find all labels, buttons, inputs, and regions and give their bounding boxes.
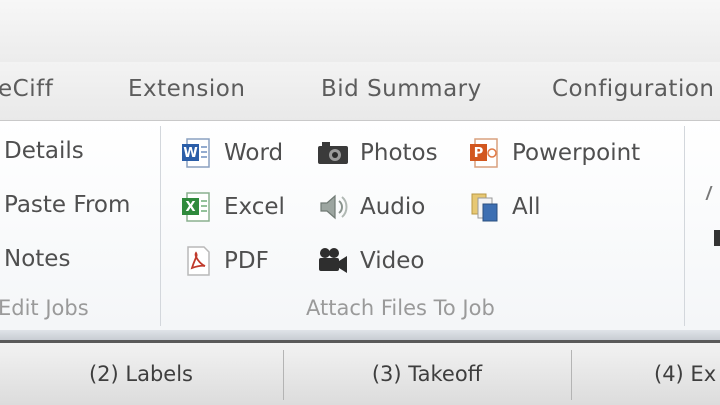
powerpoint-label: Powerpoint bbox=[512, 140, 641, 166]
word-label: Word bbox=[224, 140, 284, 166]
paste-from-label: Paste From bbox=[4, 192, 131, 218]
group-separator bbox=[160, 126, 161, 326]
excel-doc-icon: X bbox=[180, 190, 214, 224]
all-files-icon bbox=[468, 190, 502, 224]
notes-button[interactable]: Notes bbox=[4, 246, 70, 272]
partial-next-group-icon bbox=[714, 230, 720, 246]
attach-audio-button[interactable]: Audio bbox=[316, 190, 425, 224]
pdf-label: PDF bbox=[224, 248, 269, 274]
attach-all-button[interactable]: All bbox=[468, 190, 541, 224]
title-bar bbox=[0, 0, 720, 62]
tab-takeoff[interactable]: (3) Takeoff bbox=[284, 343, 570, 405]
photos-label: Photos bbox=[360, 140, 438, 166]
speaker-icon bbox=[316, 190, 350, 224]
tab-bid-summary[interactable]: Bid Summary bbox=[321, 76, 482, 102]
svg-text:P: P bbox=[474, 146, 484, 161]
tab-extension-bottom[interactable]: (4) Ex bbox=[572, 343, 720, 405]
attach-files-group-label: Attach Files To Job bbox=[306, 296, 495, 320]
attach-photos-button[interactable]: Photos bbox=[316, 136, 438, 170]
edit-jobs-group-label: Edit Jobs bbox=[0, 296, 89, 320]
attach-word-button[interactable]: W Word bbox=[180, 136, 283, 170]
svg-text:W: W bbox=[183, 146, 197, 161]
powerpoint-doc-icon: P bbox=[468, 136, 502, 170]
group-separator bbox=[684, 126, 685, 326]
attach-pdf-button[interactable]: PDF bbox=[180, 244, 269, 278]
svg-text:X: X bbox=[185, 200, 195, 215]
attach-powerpoint-button[interactable]: P Powerpoint bbox=[468, 136, 640, 170]
tab-eciff[interactable]: eCiff bbox=[0, 76, 53, 102]
paste-from-button[interactable]: Paste From bbox=[4, 192, 130, 218]
tab-labels[interactable]: (2) Labels bbox=[0, 343, 282, 405]
notes-label: Notes bbox=[4, 246, 71, 272]
excel-label: Excel bbox=[224, 194, 285, 220]
camera-icon bbox=[316, 136, 350, 170]
all-label: All bbox=[512, 194, 541, 220]
pdf-doc-icon bbox=[180, 244, 214, 278]
ribbon-bottom-border bbox=[0, 330, 720, 340]
attach-excel-button[interactable]: X Excel bbox=[180, 190, 285, 224]
word-doc-icon: W bbox=[180, 136, 214, 170]
attach-video-button[interactable]: Video bbox=[316, 244, 424, 278]
tab-extension[interactable]: Extension bbox=[128, 76, 245, 102]
tab-configuration[interactable]: Configuration bbox=[552, 76, 714, 102]
audio-label: Audio bbox=[360, 194, 426, 220]
details-label: Details bbox=[4, 138, 84, 164]
video-label: Video bbox=[360, 248, 425, 274]
details-button[interactable]: Details bbox=[4, 138, 84, 164]
video-camera-icon bbox=[316, 244, 350, 278]
